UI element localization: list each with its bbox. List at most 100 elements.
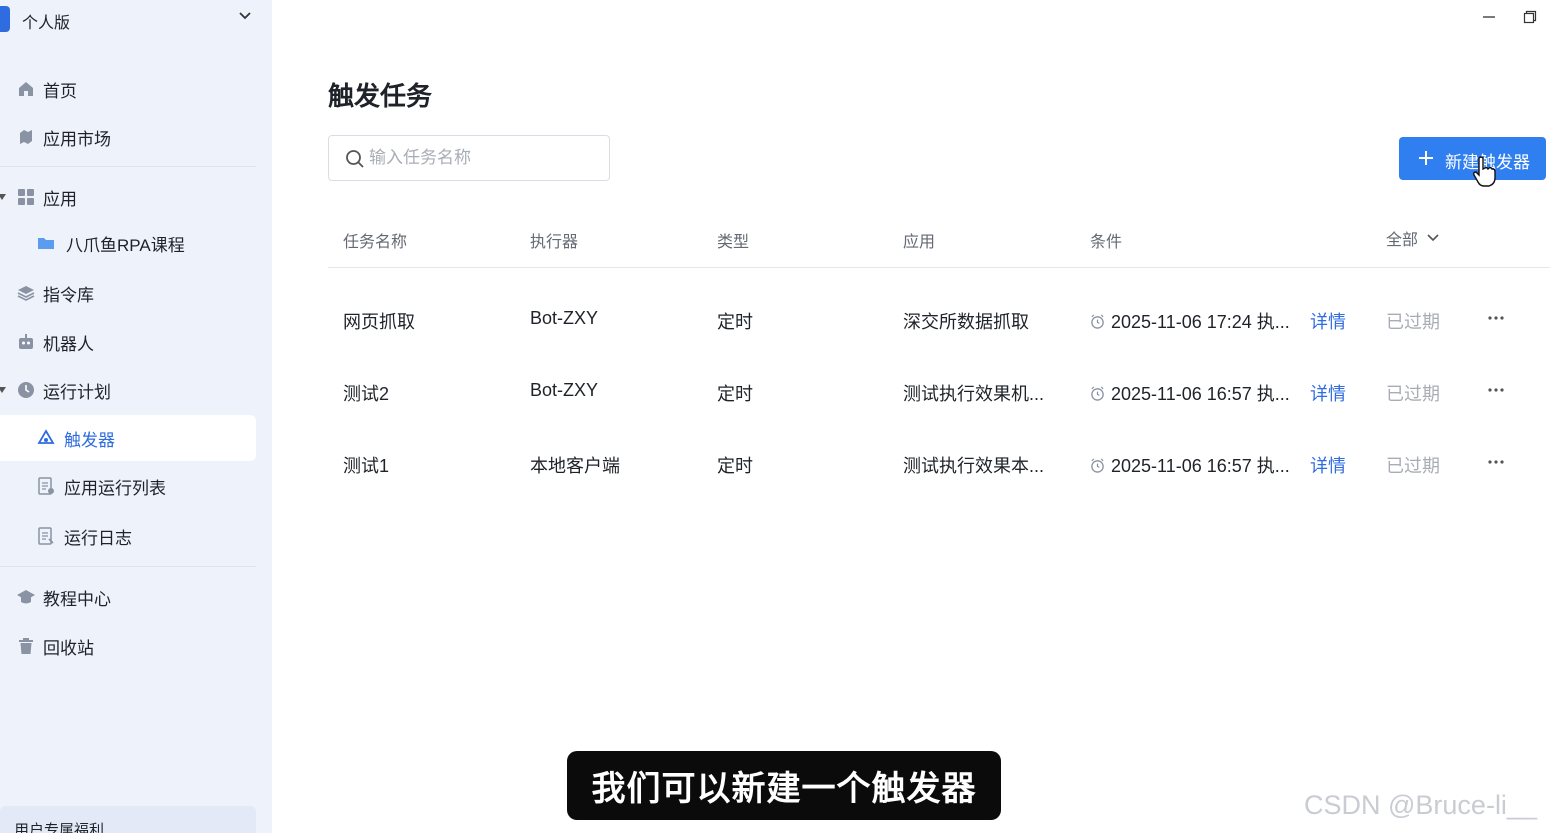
restore-button[interactable] — [1518, 6, 1542, 28]
sidebar-item-label: 回收站 — [43, 638, 94, 658]
sidebar-item-label: 八爪鱼RPA课程 — [66, 235, 185, 255]
trigger-icon — [36, 428, 56, 448]
app-cell: 测试执行效果机... — [903, 384, 1045, 404]
table-row[interactable]: 网页抓取 Bot-ZXY 定时 深交所数据抓取 2025-11-06 17:24… — [328, 284, 1550, 356]
sidebar-item-label: 机器人 — [43, 334, 94, 354]
column-header-type: 类型 — [717, 234, 750, 251]
column-header-task-name: 任务名称 — [343, 234, 408, 251]
video-subtitle: 我们可以新建一个触发器 — [567, 751, 1001, 820]
clock-icon — [16, 380, 36, 400]
status-filter-dropdown[interactable]: 全部 — [1386, 226, 1440, 250]
detail-link[interactable]: 详情 — [1310, 452, 1346, 478]
app-logo-icon — [0, 6, 10, 32]
sidebar-divider — [0, 166, 256, 167]
type-cell: 定时 — [717, 456, 753, 476]
search-input[interactable] — [369, 144, 599, 172]
sidebar-item-label: 应用市场 — [43, 129, 111, 149]
alarm-clock-icon — [1091, 314, 1104, 329]
robot-icon — [16, 332, 36, 352]
graduation-cap-icon — [16, 587, 36, 607]
sidebar-item-tutorial-center[interactable]: 教程中心 — [0, 574, 256, 620]
sidebar-item-market[interactable]: 应用市场 — [0, 114, 256, 160]
run-list-icon — [36, 476, 56, 496]
home-icon — [16, 79, 36, 99]
column-header-condition: 条件 — [1090, 234, 1123, 251]
executor-cell: Bot-ZXY — [530, 380, 599, 400]
sidebar: 个人版 首页 应用市场 应用 八爪鱼RPA课程 指令库 机器人 运行计划 触发器… — [0, 0, 272, 833]
sidebar-item-home[interactable]: 首页 — [0, 66, 256, 112]
alarm-clock-icon — [1091, 386, 1104, 401]
task-name-cell: 测试2 — [343, 384, 390, 404]
sidebar-item-label: 首页 — [43, 81, 77, 101]
task-name-cell: 测试1 — [343, 456, 390, 476]
more-horizontal-icon — [1488, 388, 1504, 392]
user-benefits-banner[interactable]: 用户专属福利 — [0, 806, 256, 833]
app-cell: 深交所数据抓取 — [903, 312, 1029, 332]
search-box[interactable] — [328, 135, 610, 181]
column-header-executor: 执行器 — [530, 234, 579, 251]
column-header-app: 应用 — [903, 234, 936, 251]
sidebar-item-robot[interactable]: 机器人 — [0, 319, 256, 365]
table-row[interactable]: 测试1 本地客户端 定时 测试执行效果本... 2025-11-06 16:57… — [328, 428, 1550, 500]
sidebar-item-run-plan[interactable]: 运行计划 — [0, 367, 256, 413]
trash-icon — [16, 636, 36, 656]
status-badge: 已过期 — [1386, 384, 1440, 404]
page-title: 触发任务 — [328, 81, 433, 111]
minimize-icon — [1483, 16, 1495, 18]
layers-icon — [16, 283, 36, 303]
detail-link[interactable]: 详情 — [1310, 380, 1346, 406]
minimize-button[interactable] — [1477, 6, 1501, 28]
condition-cell: 2025-11-06 16:57 执... — [1090, 452, 1290, 478]
watermark: CSDN @Bruce-li__ — [1304, 790, 1537, 820]
hand-cursor-icon — [1473, 156, 1496, 187]
workspace-label: 个人版 — [22, 15, 71, 32]
sidebar-item-command-library[interactable]: 指令库 — [0, 270, 256, 316]
condition-text: 2025-11-06 16:57 执... — [1111, 384, 1290, 404]
apps-grid-icon — [16, 187, 36, 207]
more-actions-button[interactable] — [1484, 450, 1508, 474]
condition-text: 2025-11-06 17:24 执... — [1111, 312, 1290, 332]
plus-icon — [1419, 151, 1433, 165]
sidebar-divider — [0, 566, 256, 567]
type-cell: 定时 — [717, 312, 753, 332]
restore-icon — [1523, 10, 1537, 24]
alarm-clock-icon — [1091, 458, 1104, 473]
table-row[interactable]: 测试2 Bot-ZXY 定时 测试执行效果机... 2025-11-06 16:… — [328, 356, 1550, 428]
app-cell: 测试执行效果本... — [903, 456, 1045, 476]
condition-text: 2025-11-06 16:57 执... — [1111, 456, 1290, 476]
more-horizontal-icon — [1488, 460, 1504, 464]
sidebar-item-label: 应用运行列表 — [64, 478, 166, 498]
chevron-down-icon — [239, 12, 251, 20]
search-icon — [346, 150, 364, 168]
workspace-switcher[interactable]: 个人版 — [0, 0, 272, 38]
sidebar-item-recycle-bin[interactable]: 回收站 — [0, 623, 256, 669]
log-icon — [36, 526, 56, 546]
executor-cell: 本地客户端 — [530, 456, 620, 476]
sidebar-item-trigger[interactable]: 触发器 — [0, 415, 256, 461]
sidebar-item-apps[interactable]: 应用 — [0, 174, 256, 220]
status-badge: 已过期 — [1386, 456, 1440, 476]
sidebar-item-label: 运行日志 — [64, 528, 132, 548]
sidebar-item-label: 应用 — [43, 189, 77, 209]
executor-cell: Bot-ZXY — [530, 308, 599, 328]
chevron-down-icon — [1427, 234, 1439, 242]
sidebar-item-label: 教程中心 — [43, 589, 111, 609]
sidebar-item-label: 运行计划 — [43, 382, 111, 402]
detail-link[interactable]: 详情 — [1310, 308, 1346, 334]
status-filter-label: 全部 — [1386, 232, 1419, 249]
sidebar-item-run-list[interactable]: 应用运行列表 — [0, 463, 256, 509]
sidebar-item-course-folder[interactable]: 八爪鱼RPA课程 — [0, 220, 256, 266]
condition-cell: 2025-11-06 16:57 执... — [1090, 380, 1290, 406]
type-cell: 定时 — [717, 384, 753, 404]
task-name-cell: 网页抓取 — [343, 312, 415, 332]
table-header: 任务名称 执行器 类型 应用 条件 全部 — [328, 210, 1550, 268]
sidebar-item-label: 触发器 — [64, 430, 115, 450]
folder-icon — [36, 233, 56, 253]
status-badge: 已过期 — [1386, 312, 1440, 332]
more-actions-button[interactable] — [1484, 378, 1508, 402]
sidebar-item-run-log[interactable]: 运行日志 — [0, 513, 256, 559]
condition-cell: 2025-11-06 17:24 执... — [1090, 308, 1290, 334]
more-actions-button[interactable] — [1484, 306, 1508, 330]
more-horizontal-icon — [1488, 316, 1504, 320]
sidebar-item-label: 指令库 — [43, 285, 94, 305]
